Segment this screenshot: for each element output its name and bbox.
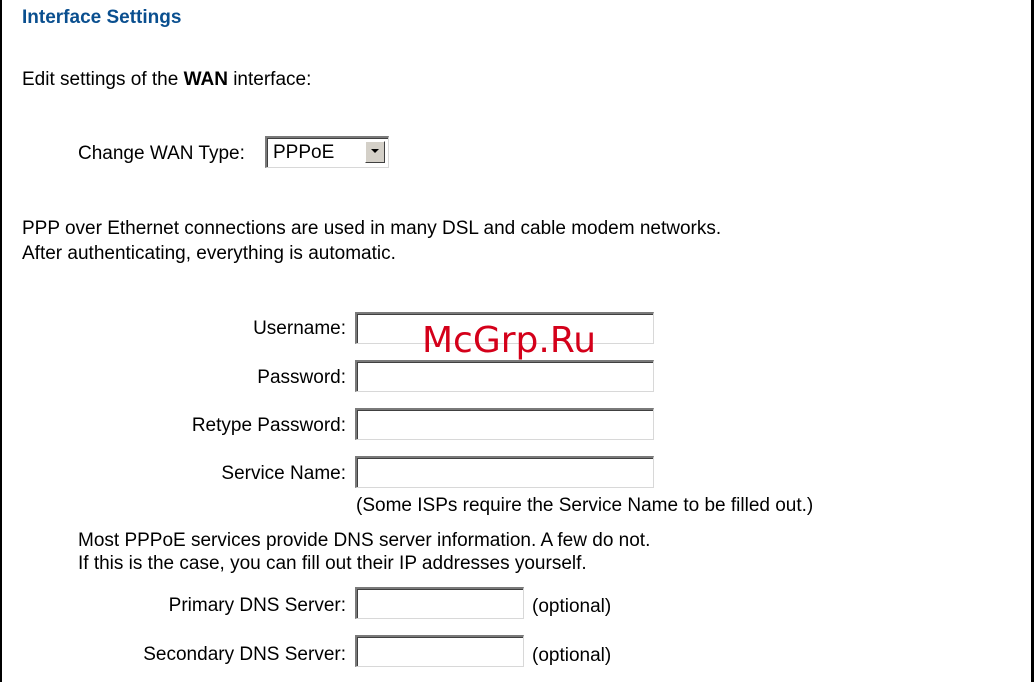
service-name-input[interactable] [355,456,654,488]
description-line-2: After authenticating, everything is auto… [22,243,396,264]
primary-dns-label: Primary DNS Server: [168,595,346,616]
username-label: Username: [253,318,346,339]
description-line-1: PPP over Ethernet connections are used i… [22,218,722,239]
secondary-dns-note: (optional) [532,645,612,666]
password-label: Password: [257,367,346,388]
chevron-down-icon [371,149,379,153]
retype-password-label: Retype Password: [191,415,346,436]
secondary-dns-label: Secondary DNS Server: [143,644,346,665]
service-name-note: (Some ISPs require the Service Name to b… [356,495,814,516]
intro-text: Edit settings of the WAN interface: [22,69,311,91]
window-border-left [0,0,2,682]
intro-prefix: Edit settings of the [22,69,184,90]
primary-dns-input[interactable] [355,587,524,619]
page-title: Interface Settings [22,7,182,28]
secondary-dns-input[interactable] [355,635,524,667]
primary-dns-note: (optional) [532,596,612,617]
watermark-text: McGrp.Ru [422,320,597,361]
wan-type-dropdown-button[interactable] [365,141,385,163]
password-input[interactable] [355,360,654,392]
wan-type-selected-value: PPPoE [273,142,335,163]
intro-interface-name: WAN [183,69,228,90]
intro-suffix: interface: [227,69,312,90]
dns-info-line-1: Most PPPoE services provide DNS server i… [78,530,651,551]
retype-password-input[interactable] [355,408,654,440]
wan-type-label: Change WAN Type: [78,143,245,164]
service-name-label: Service Name: [221,463,346,484]
dns-info-line-2: If this is the case, you can fill out th… [78,553,587,574]
wan-type-select[interactable]: PPPoE [265,136,389,168]
